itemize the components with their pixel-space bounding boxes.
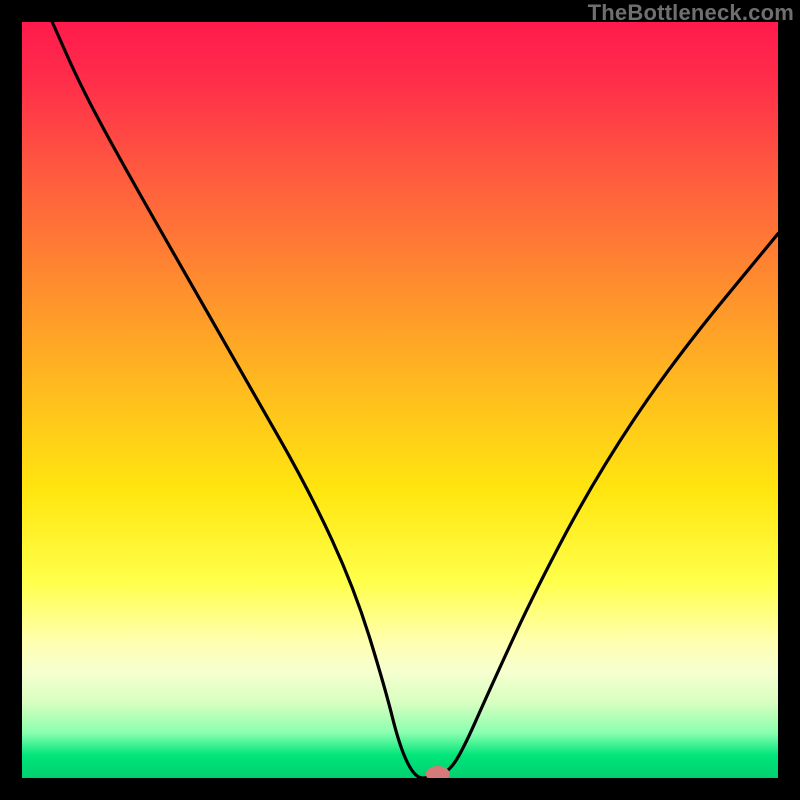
chart-frame: TheBottleneck.com bbox=[0, 0, 800, 800]
watermark-text: TheBottleneck.com bbox=[588, 0, 794, 26]
chart-plot-area bbox=[22, 22, 778, 778]
